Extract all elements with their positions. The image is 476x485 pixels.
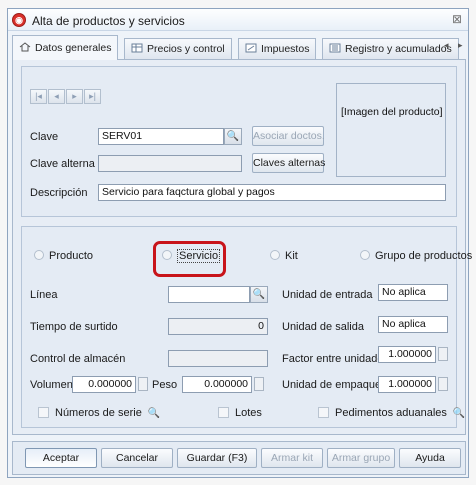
window-title: Alta de productos y servicios <box>32 14 185 28</box>
calculator-icon[interactable] <box>438 377 448 391</box>
tax-icon <box>245 43 257 53</box>
unidad-empaque-label: Unidad de empaque <box>282 379 382 391</box>
control-almacen-input[interactable] <box>168 350 268 367</box>
next-record-button[interactable]: ▸ <box>66 89 83 104</box>
guardar-button[interactable]: Guardar (F3) <box>177 448 257 468</box>
radio-circle <box>270 250 280 260</box>
radio-grupo-de-productos[interactable]: Grupo de productos <box>360 250 472 262</box>
unidad-salida-label: Unidad de salida <box>282 321 364 333</box>
unidad-entrada-input[interactable]: No aplica <box>378 284 448 301</box>
lotes-checkbox[interactable]: Lotes <box>218 407 262 419</box>
close-icon[interactable]: ⊠ <box>452 12 462 26</box>
checkbox-label: Números de serie <box>55 407 142 419</box>
ayuda-button[interactable]: Ayuda <box>399 448 461 468</box>
tab-precios-y-control[interactable]: Precios y control <box>124 38 232 59</box>
radio-kit[interactable]: Kit <box>270 250 298 262</box>
details-section: Producto Servicio Kit Grupo de productos… <box>21 226 472 428</box>
radio-label: Producto <box>49 250 94 262</box>
tab-impuestos[interactable]: Impuestos <box>238 38 317 59</box>
record-navigator: |◂ ◂ ▸ ▸| <box>30 89 102 104</box>
radio-label: Kit <box>285 250 298 262</box>
checkbox-label: Lotes <box>235 407 262 419</box>
volumen-input[interactable]: 0.000000 <box>72 376 136 393</box>
radio-label: Grupo de productos <box>375 250 473 262</box>
radio-circle <box>360 250 370 260</box>
previous-record-button[interactable]: ◂ <box>48 89 65 104</box>
tab-label: Registro y acumulados <box>345 43 452 55</box>
general-data-pane: |◂ ◂ ▸ ▸| Clave SERV01 🔍 Asociar doctos. Cl… <box>12 59 472 435</box>
control-almacen-label: Control de almacén <box>30 353 126 365</box>
descripcion-input[interactable]: Servicio para faqctura global y pagos <box>98 184 446 201</box>
peso-label: Peso <box>152 379 178 391</box>
aceptar-button[interactable]: Aceptar <box>25 448 97 468</box>
tab-datos-generales[interactable]: Datos generales <box>12 35 119 60</box>
armar-kit-button[interactable]: Armar kit <box>261 448 323 468</box>
tab-scroll-right-icon[interactable]: ▸ <box>458 40 463 51</box>
unidad-salida-input[interactable]: No aplica <box>378 316 448 333</box>
product-type-group: Producto Servicio Kit Grupo de productos <box>32 241 472 277</box>
asociar-doctos-button[interactable]: Asociar doctos. <box>252 126 325 146</box>
tab-bar: Datos generales Precios y control Impues… <box>12 35 466 60</box>
first-record-button[interactable]: |◂ <box>30 89 47 104</box>
tab-scroll-left-icon[interactable]: ◂ <box>444 40 449 51</box>
radio-circle <box>162 250 172 260</box>
search-icon[interactable]: 🔍 <box>224 128 242 145</box>
checkbox-box <box>38 407 49 418</box>
tab-label: Precios y control <box>147 43 225 55</box>
title-bar: ◉ Alta de productos y servicios ⊠ <box>8 9 468 31</box>
factor-unidades-label: Factor entre unidades <box>282 353 390 365</box>
radio-servicio[interactable]: Servicio <box>162 249 221 263</box>
unidad-entrada-label: Unidad de entrada <box>282 289 373 301</box>
linea-input[interactable] <box>168 286 250 303</box>
calculator-icon[interactable] <box>254 377 264 391</box>
tab-label: Datos generales <box>35 42 112 54</box>
radio-circle <box>34 250 44 260</box>
numeros-serie-checkbox[interactable]: Números de serie 🔍 <box>38 407 160 419</box>
factor-unidades-input[interactable]: 1.000000 <box>378 346 436 363</box>
tab-label: Impuestos <box>261 43 310 55</box>
image-placeholder-text: [Imagen del producto] <box>341 106 443 118</box>
claves-alternas-button[interactable]: Claves alternas <box>252 153 325 173</box>
calculator-icon[interactable] <box>138 377 148 391</box>
search-icon[interactable]: 🔍 <box>148 408 160 419</box>
search-icon[interactable]: 🔍 <box>453 408 465 419</box>
peso-input[interactable]: 0.000000 <box>182 376 252 393</box>
search-icon[interactable]: 🔍 <box>250 286 268 303</box>
tiempo-surtido-label: Tiempo de surtido <box>30 321 118 333</box>
pedimentos-checkbox[interactable]: Pedimentos aduanales 🔍 <box>318 407 465 419</box>
linea-label: Línea <box>30 289 58 301</box>
unidad-empaque-input[interactable]: 1.000000 <box>378 376 436 393</box>
radio-producto[interactable]: Producto <box>34 250 93 262</box>
product-dialog: ◉ Alta de productos y servicios ⊠ Datos … <box>7 8 472 478</box>
checkbox-box <box>318 407 329 418</box>
home-icon <box>19 42 31 52</box>
radio-label: Servicio <box>177 249 221 263</box>
product-image-box[interactable]: [Imagen del producto] <box>336 83 446 177</box>
clave-input[interactable]: SERV01 <box>98 128 224 145</box>
checkbox-box <box>218 407 229 418</box>
app-logo-icon: ◉ <box>12 13 26 27</box>
armar-grupo-button[interactable]: Armar grupo <box>327 448 395 468</box>
tab-registro-y-acumulados[interactable]: Registro y acumulados <box>322 38 459 59</box>
identification-section: |◂ ◂ ▸ ▸| Clave SERV01 🔍 Asociar doctos. Cl… <box>21 66 457 217</box>
descripcion-label: Descripción <box>30 187 88 199</box>
calculator-icon[interactable] <box>438 347 448 361</box>
ledger-icon <box>329 43 341 53</box>
checkbox-label: Pedimentos aduanales <box>335 407 447 419</box>
action-bar: Aceptar Cancelar Guardar (F3) Armar kit … <box>12 441 466 475</box>
volumen-label: Volumen <box>30 379 73 391</box>
cancelar-button[interactable]: Cancelar <box>101 448 173 468</box>
tiempo-surtido-input[interactable]: 0 <box>168 318 268 335</box>
clave-alterna-label: Clave alterna <box>30 158 95 170</box>
table-icon <box>131 43 143 53</box>
clave-alterna-input[interactable] <box>98 155 242 172</box>
clave-label: Clave <box>30 131 59 143</box>
last-record-button[interactable]: ▸| <box>84 89 101 104</box>
